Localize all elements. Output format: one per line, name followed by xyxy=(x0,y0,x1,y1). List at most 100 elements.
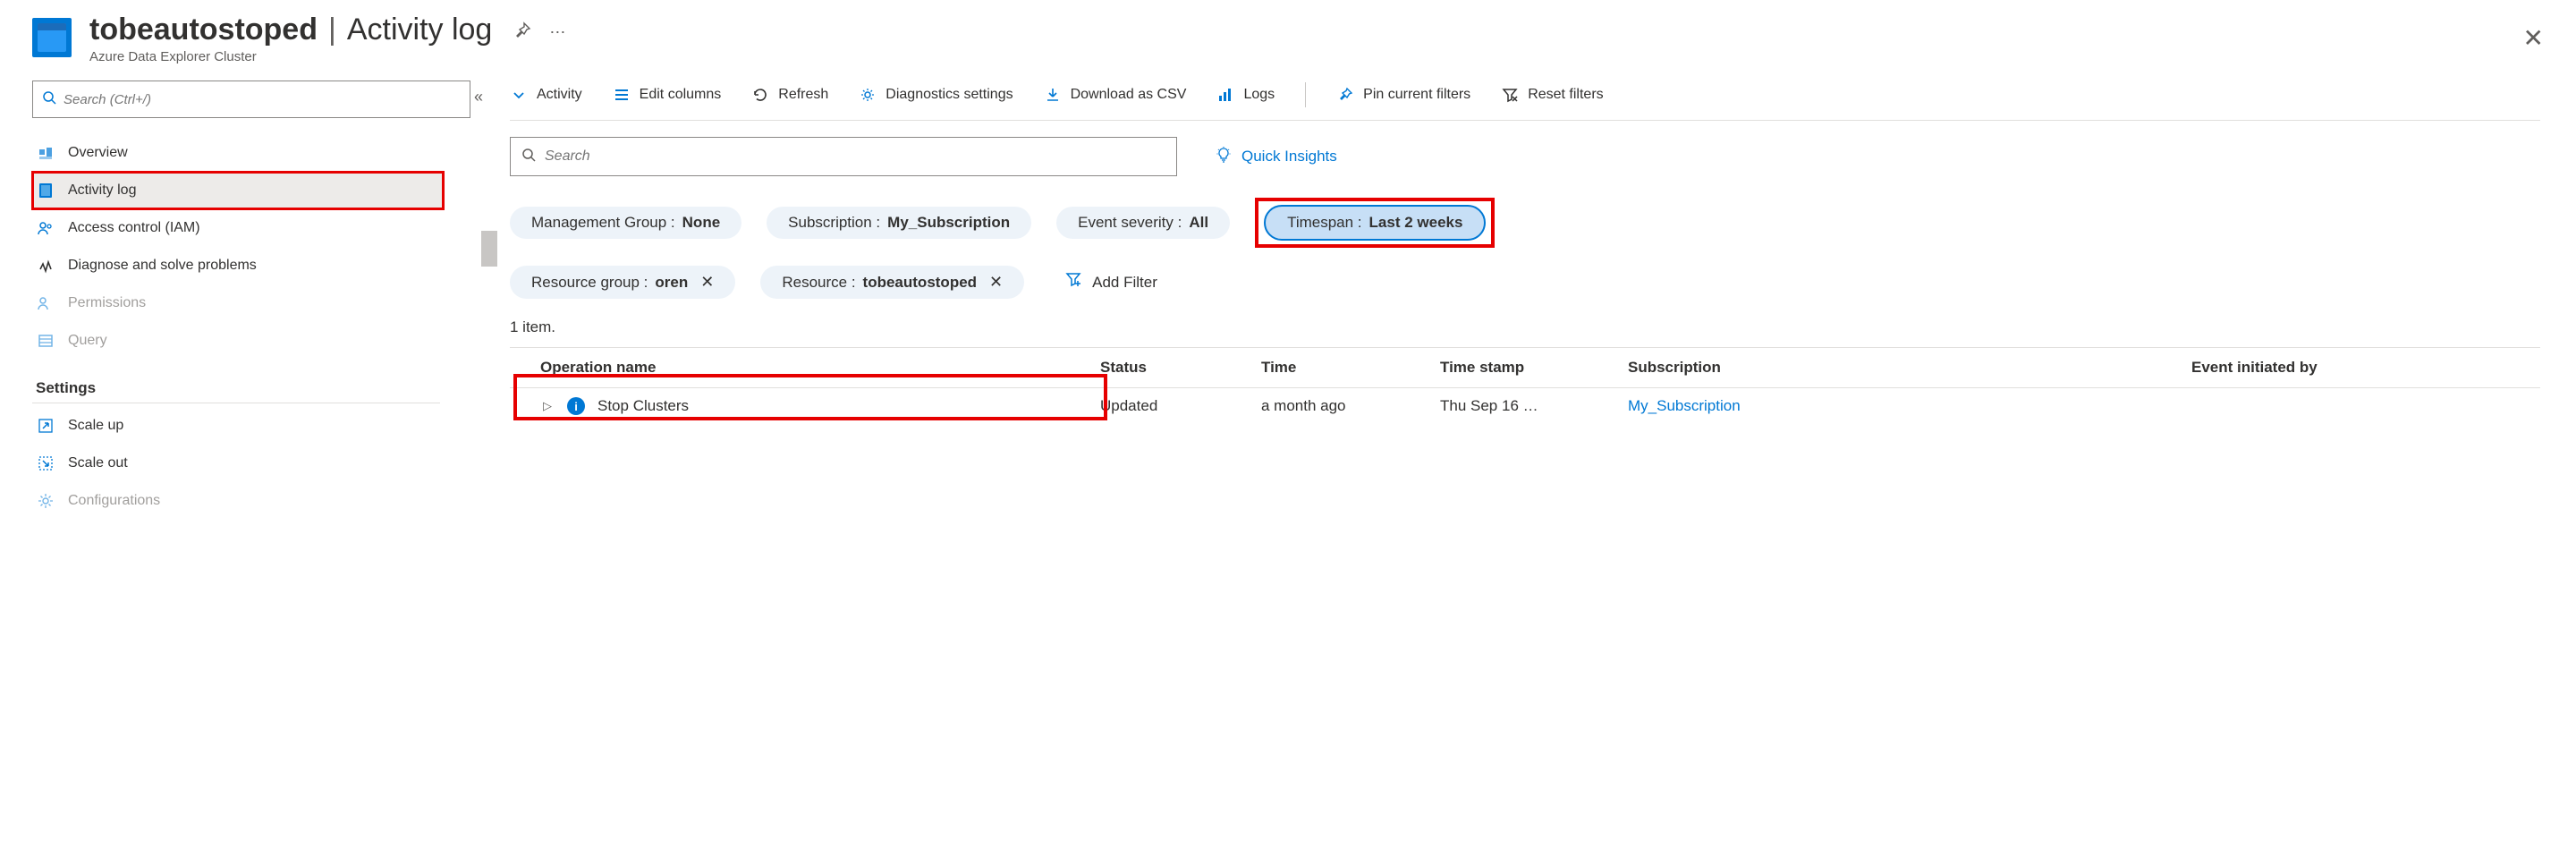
sidebar-item-diagnose[interactable]: Diagnose and solve problems xyxy=(32,247,483,284)
filter-value: All xyxy=(1189,214,1208,232)
sidebar-item-activity-log[interactable]: Activity log xyxy=(32,172,444,209)
filter-subscription[interactable]: Subscription : My_Subscription xyxy=(767,207,1031,239)
status-value: Updated xyxy=(1100,397,1157,414)
toolbar-label: Logs xyxy=(1243,87,1275,103)
sidebar-item-label: Scale up xyxy=(68,418,123,434)
sidebar-item-overview[interactable]: Overview xyxy=(32,134,483,172)
scrollbar-thumb[interactable] xyxy=(481,231,497,267)
gear-icon xyxy=(859,86,877,104)
page-section-title: Activity log xyxy=(347,13,493,47)
logs-button[interactable]: Logs xyxy=(1216,86,1275,104)
chevron-down-icon xyxy=(510,86,528,104)
scale-up-icon xyxy=(36,416,55,436)
sidebar-item-permissions[interactable]: Permissions xyxy=(32,284,483,322)
refresh-button[interactable]: Refresh xyxy=(751,86,828,104)
subscription-link[interactable]: My_Subscription xyxy=(1628,397,1741,414)
sidebar-item-label: Scale out xyxy=(68,455,128,471)
scale-out-icon xyxy=(36,454,55,473)
toolbar-label: Diagnostics settings xyxy=(886,87,1013,103)
expand-row-icon[interactable]: ▷ xyxy=(540,399,555,413)
sidebar-search-input[interactable] xyxy=(64,92,461,107)
col-timestamp-header[interactable]: Time stamp xyxy=(1440,359,1524,376)
info-icon: i xyxy=(567,397,585,415)
sidebar-nav: Overview Activity log Access control (IA… xyxy=(32,134,483,520)
overview-icon xyxy=(36,143,55,163)
more-icon[interactable]: ⋯ xyxy=(549,23,567,42)
content-search-input[interactable] xyxy=(545,148,1165,165)
columns-icon xyxy=(613,86,631,104)
resource-icon xyxy=(32,18,72,57)
close-icon[interactable]: ✕ xyxy=(2523,23,2544,53)
item-count: 1 item. xyxy=(510,318,2540,336)
sidebar-section-settings: Settings xyxy=(36,379,483,397)
logs-icon xyxy=(1216,86,1234,104)
activity-log-icon xyxy=(36,181,55,200)
command-bar: Activity Edit columns Refresh Diagnostic… xyxy=(510,82,2540,121)
quick-insights-button[interactable]: Quick Insights xyxy=(1215,146,1337,168)
filter-label: Resource : xyxy=(782,274,855,292)
col-subscription-header[interactable]: Subscription xyxy=(1628,359,1721,376)
filter-value: None xyxy=(682,214,721,232)
filter-value: oren xyxy=(655,274,688,292)
col-status-header[interactable]: Status xyxy=(1100,359,1147,376)
sidebar-item-configurations[interactable]: Configurations xyxy=(32,482,483,520)
col-time-header[interactable]: Time xyxy=(1261,359,1296,376)
collapse-sidebar-icon[interactable]: « xyxy=(474,88,483,106)
filter-label: Event severity : xyxy=(1078,214,1182,232)
query-icon xyxy=(36,331,55,351)
sidebar-item-access-control[interactable]: Access control (IAM) xyxy=(32,209,483,247)
table-row[interactable]: ▷ i Stop Clusters Updated a month ago Th… xyxy=(510,388,2540,424)
time-value: a month ago xyxy=(1261,397,1346,414)
filter-label: Resource group : xyxy=(531,274,648,292)
filter-management-group[interactable]: Management Group : None xyxy=(510,207,741,239)
remove-filter-icon[interactable]: ✕ xyxy=(700,273,714,292)
sidebar-item-scale-out[interactable]: Scale out xyxy=(32,445,483,482)
sidebar-item-label: Overview xyxy=(68,145,128,161)
highlight-box: Timespan : Last 2 weeks xyxy=(1255,198,1495,248)
filter-label: Timespan : xyxy=(1287,214,1361,232)
sidebar-item-scale-up[interactable]: Scale up xyxy=(32,407,483,445)
add-filter-label: Add Filter xyxy=(1092,274,1157,292)
sidebar-item-label: Activity log xyxy=(68,182,136,199)
filter-resource-group[interactable]: Resource group : oren ✕ xyxy=(510,266,735,299)
remove-filter-icon[interactable]: ✕ xyxy=(989,273,1003,292)
filter-resource[interactable]: Resource : tobeautostoped ✕ xyxy=(760,266,1024,299)
sidebar-item-label: Configurations xyxy=(68,493,160,509)
filter-label: Management Group : xyxy=(531,214,675,232)
content-search[interactable] xyxy=(510,137,1177,176)
pin-icon xyxy=(1336,86,1354,104)
download-csv-button[interactable]: Download as CSV xyxy=(1044,86,1187,104)
filter-value: Last 2 weeks xyxy=(1369,214,1463,232)
toolbar-label: Edit columns xyxy=(640,87,722,103)
add-filter-button[interactable]: Add Filter xyxy=(1049,264,1174,301)
toolbar-label: Pin current filters xyxy=(1363,87,1470,103)
lightbulb-icon xyxy=(1215,146,1233,168)
sidebar-item-label: Access control (IAM) xyxy=(68,220,200,236)
col-operation-header[interactable]: Operation name xyxy=(540,359,656,376)
page-title: tobeautostoped | Activity log xyxy=(89,13,492,47)
sidebar: « Overview Activity log Access control (… xyxy=(0,72,501,520)
filter-timespan[interactable]: Timespan : Last 2 weeks xyxy=(1264,205,1486,241)
pin-filters-button[interactable]: Pin current filters xyxy=(1336,86,1470,104)
filter-event-severity[interactable]: Event severity : All xyxy=(1056,207,1230,239)
pin-icon[interactable] xyxy=(513,21,531,44)
diagnostics-settings-button[interactable]: Diagnostics settings xyxy=(859,86,1013,104)
filter-value: My_Subscription xyxy=(887,214,1010,232)
sidebar-search[interactable] xyxy=(32,81,470,118)
title-separator: | xyxy=(328,13,336,47)
edit-columns-button[interactable]: Edit columns xyxy=(613,86,722,104)
sidebar-item-label: Permissions xyxy=(68,295,146,311)
search-icon xyxy=(521,148,536,166)
col-eventby-header[interactable]: Event initiated by xyxy=(2191,359,2318,376)
activity-dropdown[interactable]: Activity xyxy=(510,86,582,104)
page-header: tobeautostoped | Activity log Azure Data… xyxy=(0,0,2576,72)
divider xyxy=(1305,82,1306,107)
sidebar-item-label: Query xyxy=(68,333,107,349)
activity-table: Operation name Status Time Time stamp Su… xyxy=(510,347,2540,424)
download-icon xyxy=(1044,86,1062,104)
toolbar-label: Refresh xyxy=(778,87,828,103)
sidebar-item-query[interactable]: Query xyxy=(32,322,483,360)
reset-filters-icon xyxy=(1501,86,1519,104)
toolbar-label: Reset filters xyxy=(1528,87,1603,103)
reset-filters-button[interactable]: Reset filters xyxy=(1501,86,1603,104)
